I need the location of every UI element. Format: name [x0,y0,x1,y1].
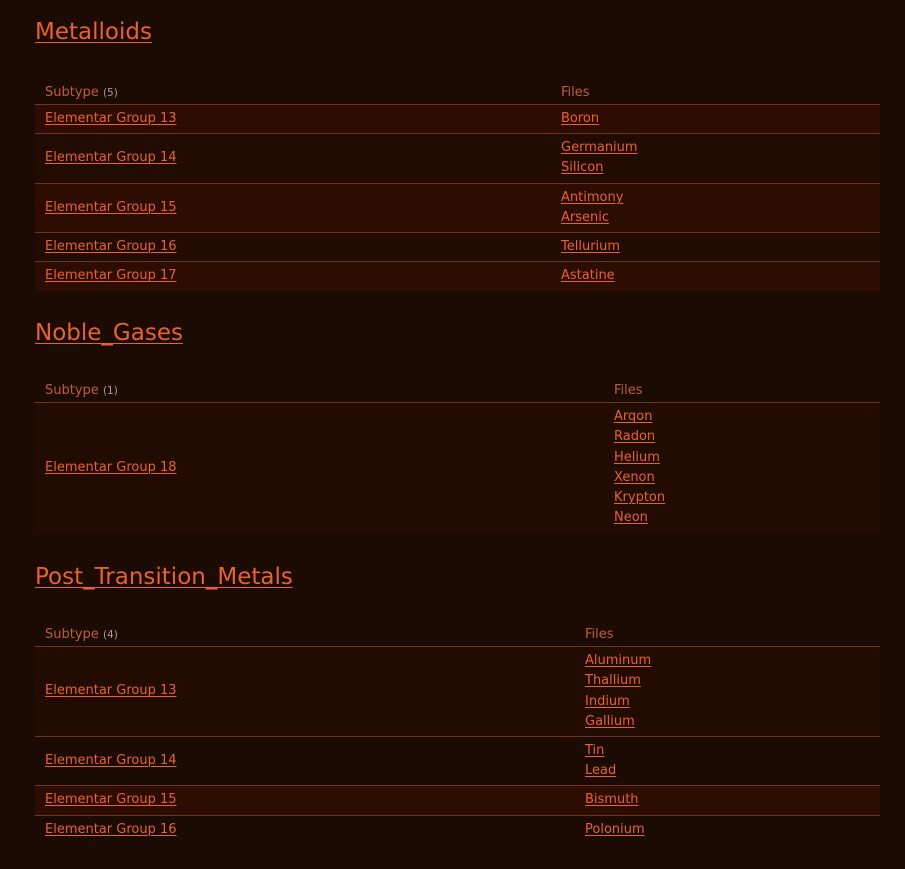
files-column-header: Files [575,622,880,647]
table-row: Elementar Group 14 Germanium Silicon [35,133,880,184]
subtype-link[interactable]: Elementar Group 14 [45,751,177,771]
subtype-link[interactable]: Elementar Group 16 [45,820,177,840]
file-link[interactable]: Germanium [561,138,638,158]
file-link[interactable]: Helium [614,448,660,468]
subtype-column-header: Subtype (4) [35,622,575,647]
file-link[interactable]: Krypton [614,488,665,508]
subtype-link[interactable]: Elementar Group 16 [45,237,177,257]
file-link[interactable]: Antimony [561,188,623,208]
subtype-count: (5) [102,86,118,99]
section-title[interactable]: Post_Transition_Metals [35,563,293,591]
page: Metalloids Subtype (5) Files Elementar G… [0,0,905,869]
subtype-table: Subtype (4) Files Elementar Group 13 Alu… [35,622,880,845]
file-link[interactable]: Radon [614,427,655,447]
table-header-row: Subtype (4) Files [35,622,880,647]
table-row: Elementar Group 13 Boron [35,104,880,135]
table-row: Elementar Group 18 Argon Radon Helium Xe… [35,402,880,533]
file-link[interactable]: Tin [585,741,604,761]
file-link[interactable]: Indium [585,692,630,712]
table-row: Elementar Group 16 Polonium [35,815,880,845]
file-link[interactable]: Polonium [585,820,645,840]
file-link[interactable]: Argon [614,407,652,427]
subtype-table: Subtype (5) Files Elementar Group 13 Bor… [35,80,880,291]
table-row: Elementar Group 17 Astatine [35,261,880,291]
section-title[interactable]: Metalloids [35,18,152,46]
file-link[interactable]: Aluminum [585,651,651,671]
file-link[interactable]: Silicon [561,158,603,178]
files-column-header: Files [551,80,880,105]
table-header-row: Subtype (1) Files [35,378,880,403]
file-link[interactable]: Gallium [585,712,635,732]
subtype-link[interactable]: Elementar Group 13 [45,681,177,701]
file-link[interactable]: Boron [561,109,599,129]
file-link[interactable]: Thallium [585,671,641,691]
subtype-column-header: Subtype (5) [35,80,551,105]
table-row: Elementar Group 14 Tin Lead [35,736,880,787]
file-link[interactable]: Lead [585,761,616,781]
subtype-count: (4) [102,628,118,641]
table-row: Elementar Group 15 Bismuth [35,785,880,816]
table-row: Elementar Group 15 Antimony Arsenic [35,183,880,234]
subtype-count: (1) [102,384,118,397]
file-link[interactable]: Astatine [561,266,615,286]
section-title[interactable]: Noble_Gases [35,319,183,347]
file-link[interactable]: Tellurium [561,237,620,257]
table-row: Elementar Group 13 Aluminum Thallium Ind… [35,646,880,737]
subtype-column-header: Subtype (1) [35,378,604,403]
subtype-link[interactable]: Elementar Group 17 [45,266,177,286]
file-link[interactable]: Xenon [614,468,655,488]
subtype-table: Subtype (1) Files Elementar Group 18 Arg… [35,378,880,533]
table-header-row: Subtype (5) Files [35,80,880,105]
subtype-link[interactable]: Elementar Group 15 [45,790,177,810]
file-link[interactable]: Neon [614,508,648,528]
files-column-header: Files [604,378,880,403]
subtype-link[interactable]: Elementar Group 14 [45,148,177,168]
table-row: Elementar Group 16 Tellurium [35,232,880,263]
subtype-link[interactable]: Elementar Group 15 [45,198,177,218]
file-link[interactable]: Bismuth [585,790,639,810]
subtype-link[interactable]: Elementar Group 13 [45,109,177,129]
file-link[interactable]: Arsenic [561,208,609,228]
subtype-link[interactable]: Elementar Group 18 [45,458,177,478]
